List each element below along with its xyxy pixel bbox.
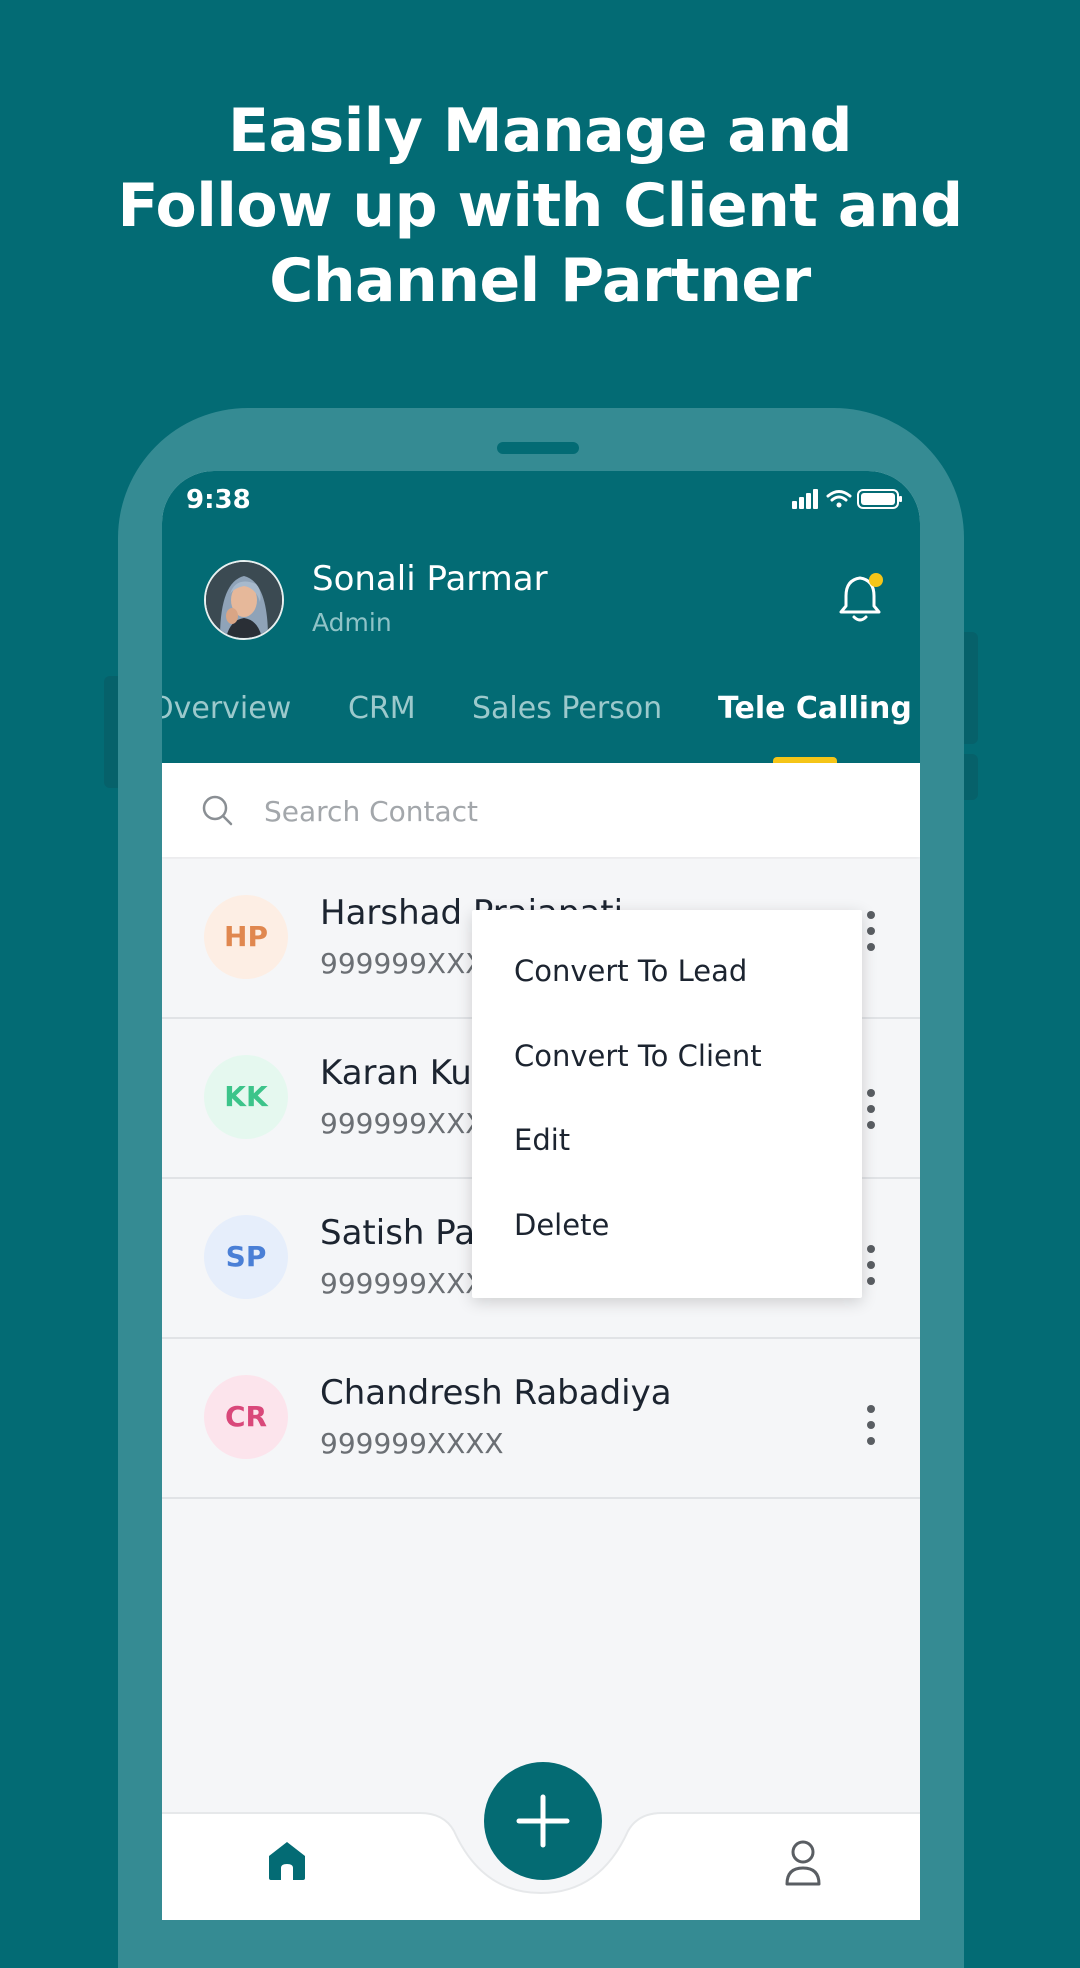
tab-bar: Overview CRM Sales Person Tele Calling [162, 691, 920, 763]
menu-item-delete[interactable]: Delete [514, 1208, 609, 1242]
contact-name: Chandresh Rabadiya [320, 1373, 672, 1413]
tab-tele-calling[interactable]: Tele Calling [718, 691, 912, 726]
battery-icon [857, 489, 902, 509]
plus-icon [516, 1794, 570, 1848]
promo-headline: Easily Manage and Follow up with Client … [0, 94, 1080, 319]
menu-item-convert-to-lead[interactable]: Convert To Lead [514, 954, 747, 988]
add-button[interactable] [484, 1762, 602, 1880]
search-input[interactable] [262, 783, 866, 839]
status-icons [792, 487, 904, 515]
notification-dot [869, 573, 883, 587]
search-bar [162, 763, 920, 857]
contact-row[interactable]: CR Chandresh Rabadiya 999999XXXX [162, 1339, 920, 1499]
headline-line-1: Easily Manage and [228, 96, 852, 166]
contact-initials-avatar: HP [204, 895, 288, 979]
user-role: Admin [312, 608, 392, 637]
more-options-icon[interactable] [862, 911, 880, 961]
app-header: 9:38 Sonali Parmar Admin Overview CRM Sa… [162, 471, 920, 765]
profile-icon[interactable] [784, 1840, 822, 1890]
contact-phone: 999999XXXX [320, 1427, 504, 1460]
headline-line-3: Channel Partner [269, 246, 811, 316]
headline-line-2: Follow up with Client and [117, 171, 963, 241]
wifi-icon [826, 490, 852, 508]
phone-speaker [497, 442, 579, 454]
tab-crm[interactable]: CRM [348, 691, 416, 726]
contact-initials-avatar: CR [204, 1375, 288, 1459]
menu-item-edit[interactable]: Edit [514, 1123, 570, 1157]
notification-bell-icon[interactable] [838, 572, 886, 628]
tab-overview[interactable]: Overview [162, 691, 291, 726]
more-options-icon[interactable] [862, 1245, 880, 1295]
user-name: Sonali Parmar [312, 559, 548, 599]
status-time: 9:38 [186, 485, 251, 515]
menu-item-convert-to-client[interactable]: Convert To Client [514, 1039, 762, 1073]
more-options-icon[interactable] [862, 1405, 880, 1455]
contact-initials-avatar: SP [204, 1215, 288, 1299]
home-icon[interactable] [265, 1838, 309, 1886]
contact-context-menu: Convert To Lead Convert To Client Edit D… [472, 910, 862, 1298]
more-options-icon[interactable] [862, 1089, 880, 1139]
contact-initials-avatar: KK [204, 1055, 288, 1139]
search-icon [202, 795, 234, 831]
signal-icon [792, 489, 818, 509]
user-avatar[interactable] [204, 560, 284, 640]
tab-sales-person[interactable]: Sales Person [472, 691, 662, 726]
